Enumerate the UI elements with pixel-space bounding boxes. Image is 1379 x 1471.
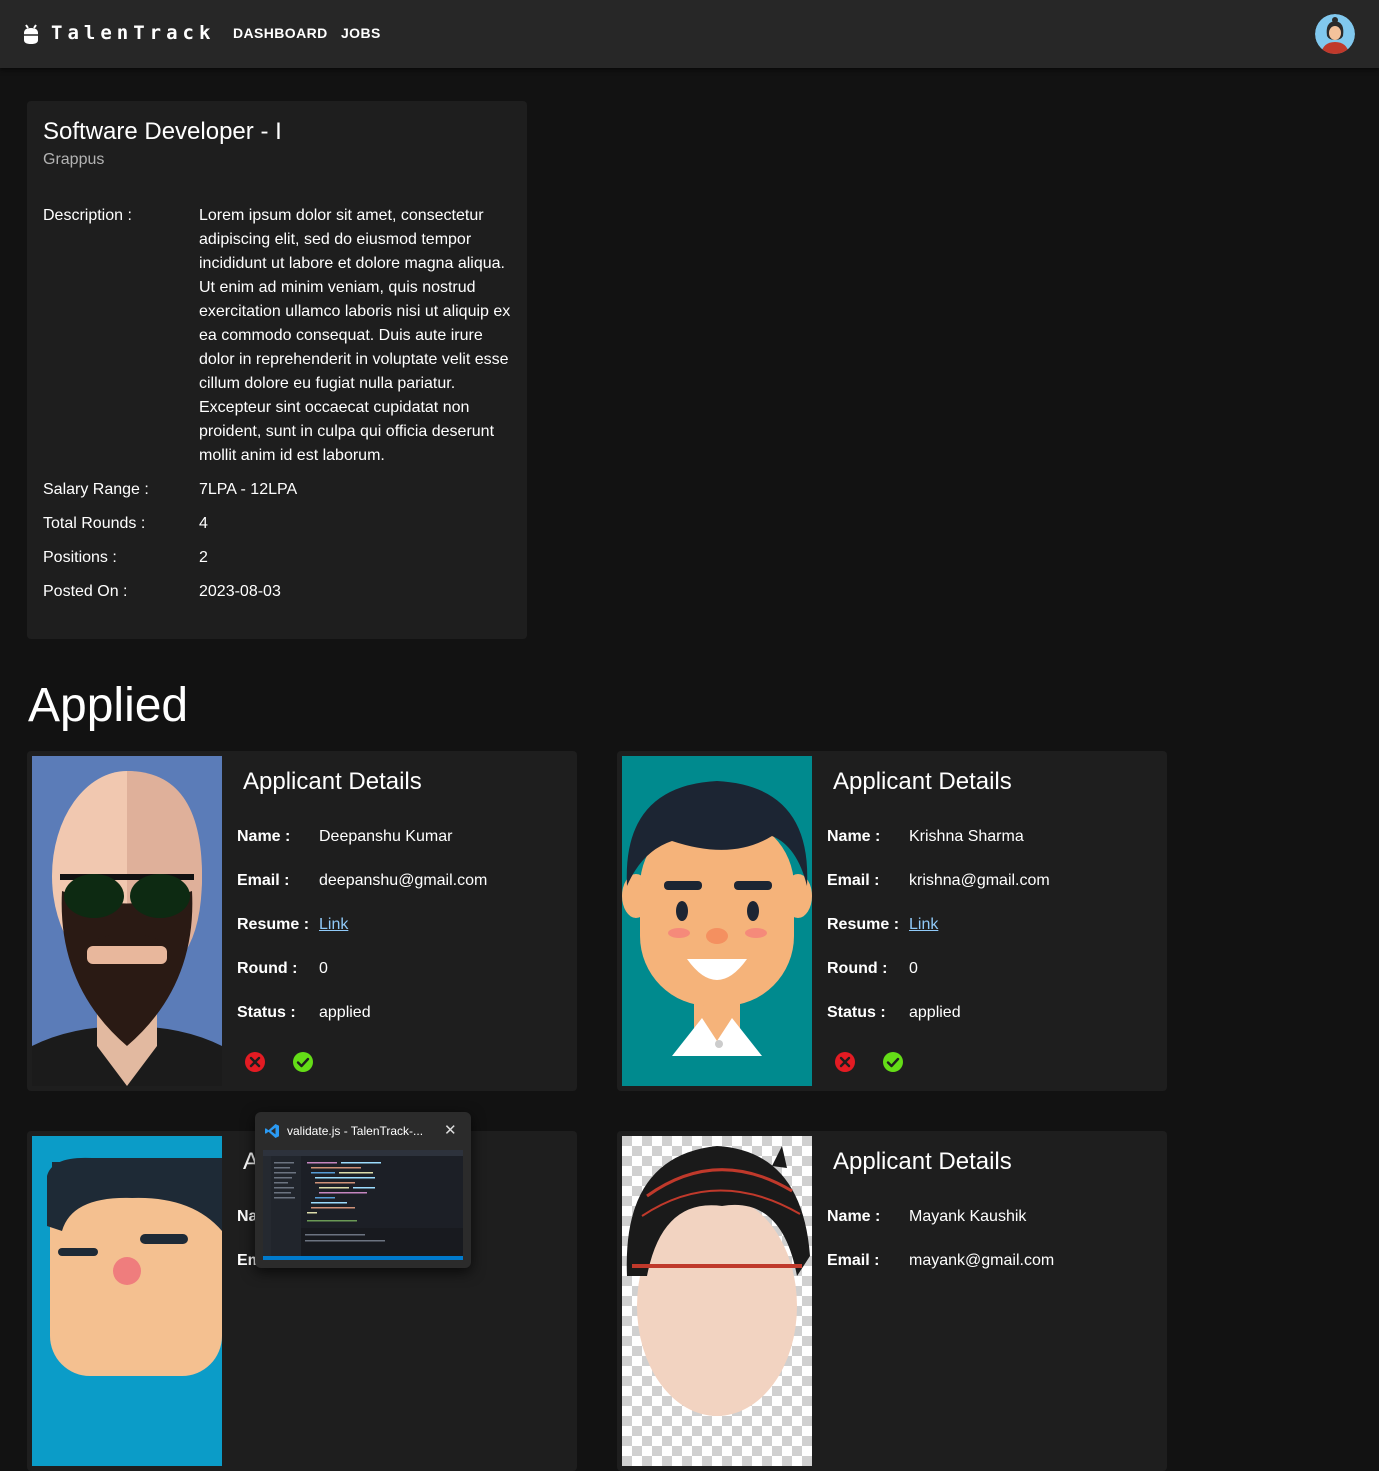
applicant-photo bbox=[32, 756, 222, 1086]
status-label: Status : bbox=[237, 1004, 296, 1021]
email-label: Email : bbox=[827, 872, 880, 889]
resume-link[interactable]: Link bbox=[319, 916, 348, 934]
salary-label: Salary Range : bbox=[43, 481, 149, 498]
applicant-name: Deepanshu Kumar bbox=[319, 828, 453, 845]
brand-name[interactable]: TalenTrack bbox=[51, 22, 215, 44]
app-bar: TalenTrack DASHBOARD JOBS bbox=[0, 0, 1379, 68]
round-label: Round : bbox=[237, 960, 298, 977]
applicant-card: Applicant Details Name : Mayank Kaushik … bbox=[617, 1131, 1167, 1471]
applicant-photo bbox=[622, 1136, 812, 1466]
resume-label: Resume : bbox=[237, 916, 310, 933]
applicant-round: 0 bbox=[319, 960, 328, 977]
nav-jobs[interactable]: JOBS bbox=[341, 25, 381, 41]
name-label: Name : bbox=[237, 828, 291, 845]
close-icon[interactable]: ✕ bbox=[444, 1121, 457, 1139]
accept-icon[interactable] bbox=[881, 1050, 905, 1074]
applicant-name: Krishna Sharma bbox=[909, 828, 1024, 845]
applicant-heading: Applicant Details bbox=[833, 1148, 1012, 1175]
window-thumbnail bbox=[263, 1150, 463, 1260]
applicant-name: Mayank Kaushik bbox=[909, 1208, 1027, 1225]
status-label: Status : bbox=[827, 1004, 886, 1021]
posted-label: Posted On : bbox=[43, 583, 128, 600]
applicant-status: applied bbox=[319, 1004, 371, 1021]
name-label: Name : bbox=[827, 828, 881, 845]
nav-dashboard[interactable]: DASHBOARD bbox=[233, 25, 328, 41]
preview-title: validate.js - TalenTrack-... bbox=[287, 1124, 424, 1138]
applicant-card: Applicant Details Name : Krishna Sharma … bbox=[617, 751, 1167, 1091]
round-label: Round : bbox=[827, 960, 888, 977]
logo-icon bbox=[24, 24, 38, 44]
job-title: Software Developer - I bbox=[43, 118, 282, 145]
applicant-email: deepanshu@gmail.com bbox=[319, 872, 488, 889]
vscode-icon bbox=[265, 1124, 279, 1138]
taskbar-window-preview[interactable]: validate.js - TalenTrack-... ✕ bbox=[255, 1112, 471, 1268]
job-company: Grappus bbox=[43, 151, 105, 168]
applicant-card: Applicant Details Name : Deepanshu Kumar… bbox=[27, 751, 577, 1091]
applicant-photo bbox=[622, 756, 812, 1086]
applicant-status: applied bbox=[909, 1004, 961, 1021]
resume-link[interactable]: Link bbox=[909, 916, 938, 934]
job-details-card: Software Developer - I Grappus Descripti… bbox=[27, 101, 527, 639]
applied-section-title: Applied bbox=[28, 679, 189, 732]
applicant-photo bbox=[32, 1136, 222, 1466]
reject-icon[interactable] bbox=[243, 1050, 267, 1074]
posted-value: 2023-08-03 bbox=[199, 583, 281, 600]
applicant-round: 0 bbox=[909, 960, 918, 977]
description-label: Description : bbox=[43, 207, 132, 224]
applicant-email: krishna@gmail.com bbox=[909, 872, 1050, 889]
positions-label: Positions : bbox=[43, 549, 117, 566]
email-label: Email : bbox=[827, 1252, 880, 1269]
accept-icon[interactable] bbox=[291, 1050, 315, 1074]
applicant-email: mayank@gmail.com bbox=[909, 1252, 1055, 1269]
description-value: Lorem ipsum dolor sit amet, consectetur … bbox=[199, 207, 511, 464]
resume-label: Resume : bbox=[827, 916, 900, 933]
rounds-value: 4 bbox=[199, 515, 208, 532]
user-avatar[interactable] bbox=[1315, 14, 1355, 54]
salary-value: 7LPA - 12LPA bbox=[199, 481, 298, 498]
reject-icon[interactable] bbox=[833, 1050, 857, 1074]
applicant-heading: Applicant Details bbox=[243, 768, 422, 795]
positions-value: 2 bbox=[199, 549, 208, 566]
name-label: Name : bbox=[827, 1208, 881, 1225]
email-label: Email : bbox=[237, 872, 290, 889]
rounds-label: Total Rounds : bbox=[43, 515, 146, 532]
applicant-heading: Applicant Details bbox=[833, 768, 1012, 795]
